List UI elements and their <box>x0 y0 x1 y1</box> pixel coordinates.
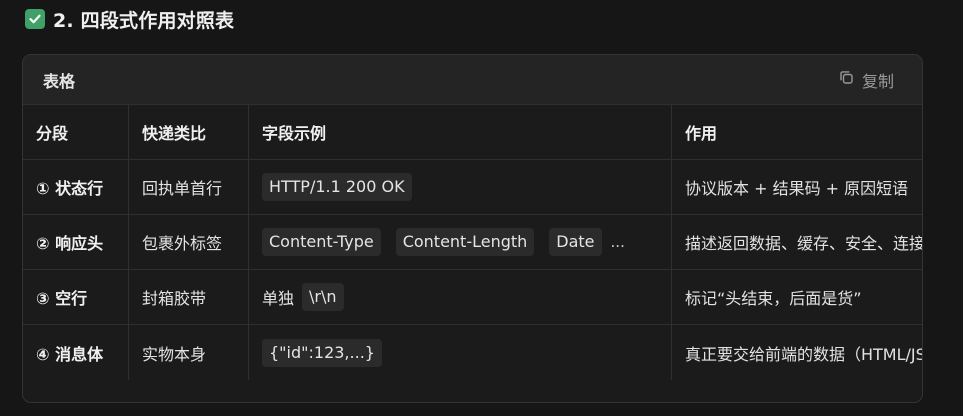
check-box-icon <box>25 9 45 29</box>
table-card: 表格 复制 分段 快递类比 字段示例 作用 ① 状态行 回执单首行 HTTP/1… <box>22 54 923 403</box>
table-row: ② 响应头 包裹外标签 Content-Type Content-Length … <box>23 215 922 270</box>
section-heading: 2. 四段式作用对照表 <box>25 6 234 32</box>
analogy-cell: 回执单首行 <box>129 160 249 214</box>
purpose-cell: 标记“头结束，后面是货” <box>685 289 862 308</box>
inline-code: {"id":123,...} <box>262 338 382 367</box>
table-row: ④ 消息体 实物本身 {"id":123,...} 真正要交给前端的数据（HTM… <box>23 325 922 380</box>
card-title: 表格 <box>43 71 76 91</box>
purpose-cell: 真正要交给前端的数据（HTML/JSON） <box>685 344 922 364</box>
analogy-cell: 封箱胶带 <box>129 270 249 324</box>
example-cell: Content-Type Content-Length Date ... <box>249 215 672 269</box>
copy-icon <box>839 70 854 89</box>
example-cell: {"id":123,...} <box>249 325 672 380</box>
segment-cell: ③ 空行 <box>23 270 129 324</box>
segment-cell: ④ 消息体 <box>23 325 129 380</box>
table-header-row: 分段 快递类比 字段示例 作用 <box>23 105 922 160</box>
purpose-cell: 描述返回数据、缓存、安全、连接等 <box>685 234 922 253</box>
example-prefix: 单独 <box>262 289 295 308</box>
example-cell: HTTP/1.1 200 OK <box>249 160 672 214</box>
inline-code: Content-Type <box>262 228 381 256</box>
inline-code: Date <box>549 228 602 256</box>
card-header: 表格 复制 <box>23 55 922 105</box>
segment-cell: ① 状态行 <box>23 160 129 214</box>
column-header: 字段示例 <box>249 105 672 159</box>
table-row: ③ 空行 封箱胶带 单独 \r\n 标记“头结束，后面是货” <box>23 270 922 325</box>
comparison-table: 分段 快递类比 字段示例 作用 ① 状态行 回执单首行 HTTP/1.1 200… <box>23 105 922 380</box>
copy-button[interactable]: 复制 <box>839 68 894 92</box>
column-header: 作用 <box>685 124 718 143</box>
column-header: 分段 <box>23 105 129 159</box>
table-row: ① 状态行 回执单首行 HTTP/1.1 200 OK 协议版本 + 结果码 +… <box>23 160 922 215</box>
analogy-cell: 实物本身 <box>129 325 249 380</box>
inline-code: Content-Length <box>395 228 535 256</box>
column-header: 快递类比 <box>129 105 249 159</box>
section-title: 2. 四段式作用对照表 <box>53 9 235 32</box>
inline-code: \r\n <box>302 283 344 311</box>
segment-cell: ② 响应头 <box>23 215 129 269</box>
copy-label: 复制 <box>861 71 894 91</box>
purpose-cell: 协议版本 + 结果码 + 原因短语 <box>685 179 909 198</box>
more-ellipsis: ... <box>610 233 625 251</box>
inline-code: HTTP/1.1 200 OK <box>262 173 412 201</box>
example-cell: 单独 \r\n <box>249 270 672 324</box>
analogy-cell: 包裹外标签 <box>129 215 249 269</box>
